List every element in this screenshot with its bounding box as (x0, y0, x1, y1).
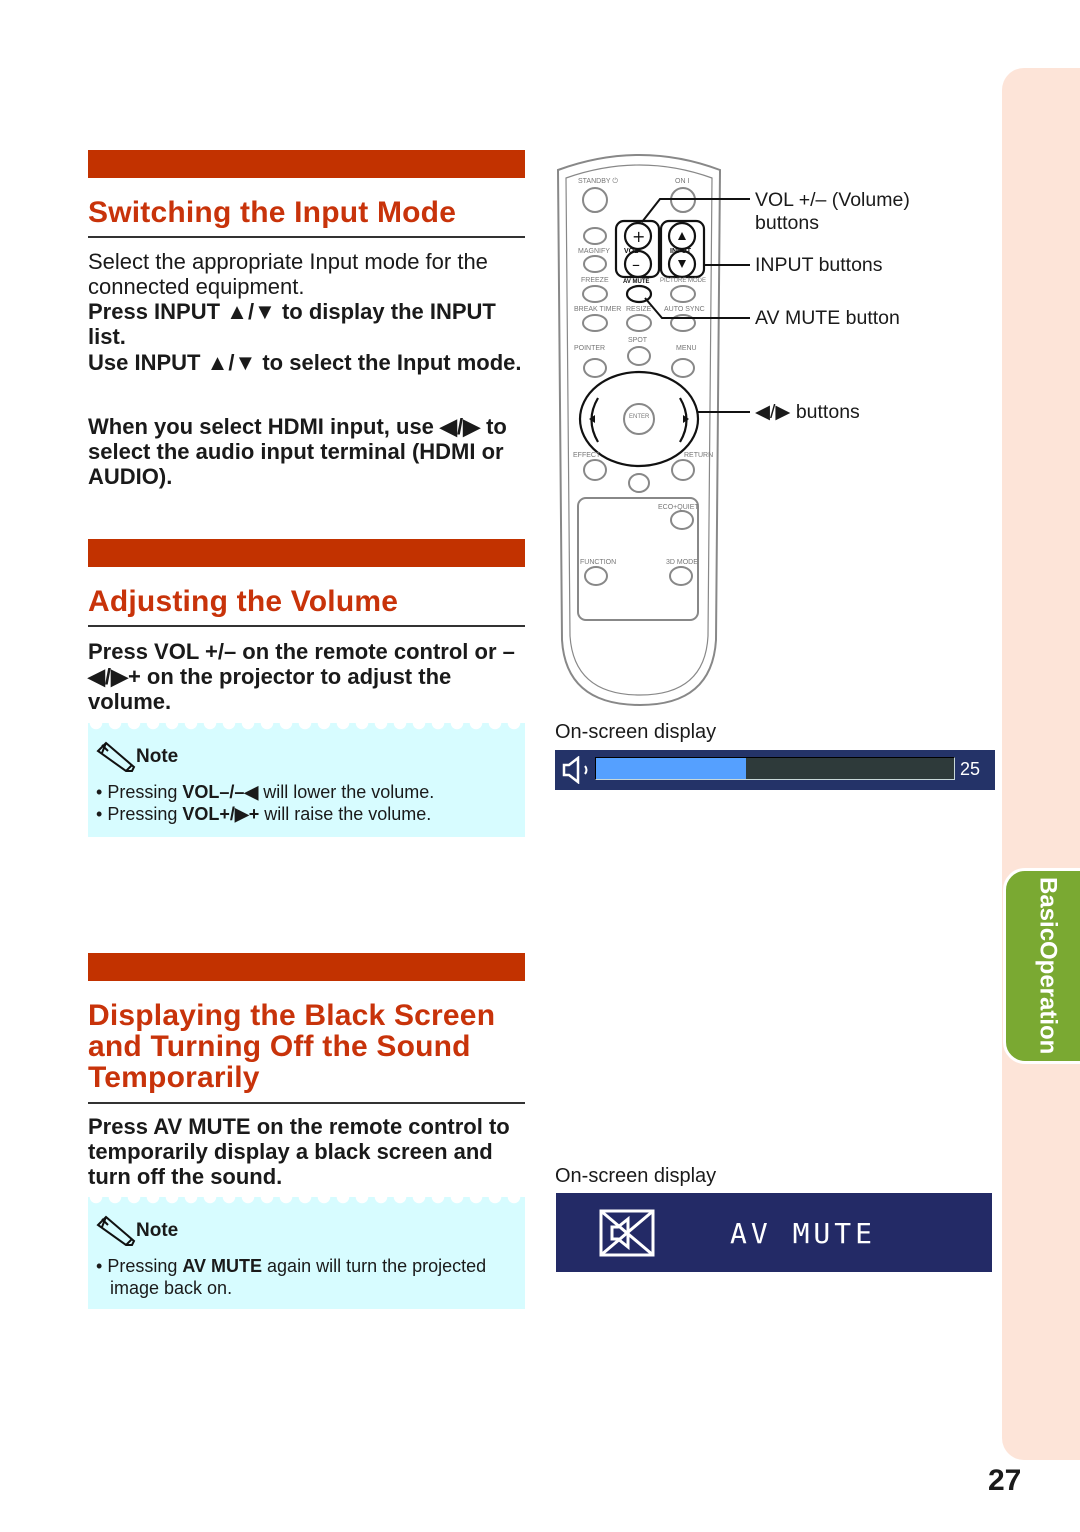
text-segment: will raise the volume. (259, 804, 432, 824)
divider (88, 1102, 525, 1104)
note-item: • Pressing VOL+/▶+ will raise the volume… (96, 804, 432, 824)
text-segment: VOL–/–◀ (182, 782, 259, 802)
av-mute-text: AV MUTE (730, 1217, 877, 1250)
remote-label: EFFECT (573, 452, 601, 459)
chapter-tab-basic-operation[interactable]: Basic Operation (1003, 868, 1080, 1064)
callout-av-mute-button: AV MUTE button (755, 307, 900, 329)
tab-line: Basic (1034, 877, 1062, 942)
paragraph: Press AV MUTE on the remote control to t… (88, 1114, 528, 1189)
remote-label: 3D MODE (666, 559, 698, 566)
plus-icon: + (632, 227, 645, 246)
page-number: 27 (988, 1464, 1022, 1497)
note-box: Note • Pressing AV MUTE again will turn … (88, 1197, 525, 1309)
remote-label: ECO+QUIET (658, 504, 699, 511)
remote-label-picture-mode: PICTURE MODE (660, 278, 706, 284)
callout-vol-buttons: VOL +/– (Volume) buttons (755, 189, 910, 234)
volume-osd: 25 (555, 750, 995, 790)
remote-label: ENTER (629, 414, 650, 420)
remote-label: STANDBY ⏻ (578, 177, 618, 185)
remote-label: INPUT (670, 248, 692, 255)
tab-line: Operation (1034, 941, 1062, 1055)
osd-label: On-screen display (555, 721, 717, 743)
speaker-icon (562, 756, 588, 784)
av-mute-osd: AV MUTE (556, 1193, 992, 1272)
note-item: • Pressing VOL–/–◀ will lower the volume… (96, 782, 435, 802)
vol-leader-line (641, 198, 750, 223)
text-segment: VOL+/▶+ (182, 804, 260, 824)
remote-label: MAGNIFY (578, 248, 610, 255)
remote-label: RETURN (684, 452, 713, 459)
remote-label: RESIZE (626, 306, 652, 313)
text-segment: Pressing (107, 782, 183, 802)
down-arrow-icon (678, 260, 686, 268)
remote-label: MENU (676, 345, 697, 352)
section-header-bar (88, 953, 525, 981)
pencil-icon (96, 1215, 136, 1246)
osd-label: On-screen display (555, 1165, 717, 1187)
callout-arrow-buttons: ◀/▶ buttons (755, 401, 860, 423)
remote-label: SPOT (628, 337, 648, 344)
remote-label: BREAK TIMER (574, 306, 621, 313)
remote-label: FUNCTION (580, 559, 616, 566)
note-item: • Pressing AV MUTE again will turn the p… (96, 1256, 487, 1298)
remote-label: AUTO SYNC (664, 306, 705, 313)
remote-control-illustration: STANDBY ⏻ ON I MAGNIFY FREEZE PICTURE MO… (556, 154, 750, 707)
callout-input-buttons: INPUT buttons (755, 254, 883, 276)
up-arrow-icon (678, 232, 686, 240)
side-strip (1002, 68, 1080, 1460)
text-segment: will lower the volume. (258, 782, 435, 802)
remote-label: POINTER (574, 345, 605, 352)
text-segment: Pressing (107, 1256, 183, 1276)
remote-label: FREEZE (581, 277, 609, 284)
section-title-av-mute: Displaying the Black Screen and Turning … (88, 999, 496, 1094)
volume-value: 25 (960, 759, 981, 779)
text-segment: AV MUTE (182, 1256, 263, 1276)
volume-bar (595, 757, 955, 780)
text-segment: Pressing (107, 804, 183, 824)
remote-label: VOL (624, 248, 639, 255)
remote-label: ON I (675, 178, 689, 185)
text-segment: Press AV MUTE on the remote control to t… (88, 1114, 510, 1189)
note-heading: Note (96, 1215, 525, 1247)
volume-bar-fill (596, 758, 747, 779)
remote-label-av-mute: AV MUTE (623, 279, 650, 285)
minus-icon: – (632, 255, 640, 274)
av-mute-icon (599, 1209, 655, 1257)
